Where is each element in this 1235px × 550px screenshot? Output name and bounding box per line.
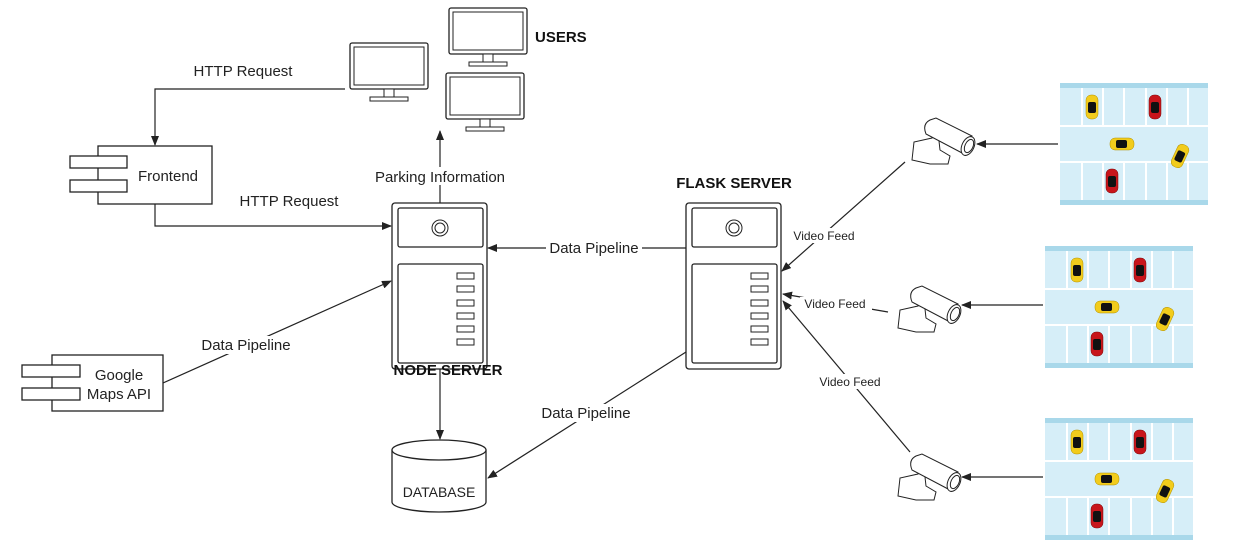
edge-users-to-frontend: HTTP Request [151,63,345,146]
parking-lot-image [1060,83,1208,205]
edge-camera1-to-flask: Video Feed [781,161,906,272]
edge-camera2-to-flask: Video Feed [782,291,889,313]
google-maps-api-component: Google Maps API [21,354,164,412]
edge-label: HTTP Request [194,63,294,80]
database-cylinder: DATABASE [391,439,487,513]
monitor-icon [448,7,528,67]
edge-label: Video Feed [804,297,865,311]
monitor-icon [349,42,429,102]
edge-label: Video Feed [793,229,854,243]
flask-server-icon [685,202,782,370]
edge-node-to-users: Parking Information [372,130,508,203]
system-architecture-diagram: USERS Frontend Google Maps API NODE SERV… [21,7,1235,550]
edge-label: Data Pipeline [549,240,638,257]
frontend-component: Frontend [69,145,213,205]
edge-label: Parking Information [375,169,505,186]
database-label: DATABASE [403,484,476,500]
camera-icon [897,285,965,333]
edge-flask-to-database: Data Pipeline [487,351,687,479]
node-server-icon [391,202,488,370]
frontend-label: Frontend [138,168,198,185]
camera-icon [897,453,965,501]
edge-flask-to-node: Data Pipeline [487,240,686,258]
edge-label: Video Feed [819,375,880,389]
users-group: USERS [349,7,587,132]
camera-icon [911,117,979,165]
monitor-icon [445,72,525,132]
edge-label: Data Pipeline [201,337,290,354]
edge-camera3-to-flask: Video Feed [782,300,911,453]
google-maps-label-line2: Maps API [87,386,151,403]
edge-maps-to-node: Data Pipeline [162,280,392,384]
parking-lot-image [1045,246,1193,368]
parking-lot-image [1045,418,1193,540]
users-label: USERS [535,29,587,46]
flask-server-label: FLASK SERVER [676,175,792,192]
google-maps-label-line1: Google [95,367,143,384]
node-server-label: NODE SERVER [394,362,503,379]
edge-label: Data Pipeline [541,405,630,422]
edge-label: HTTP Request [240,193,340,210]
